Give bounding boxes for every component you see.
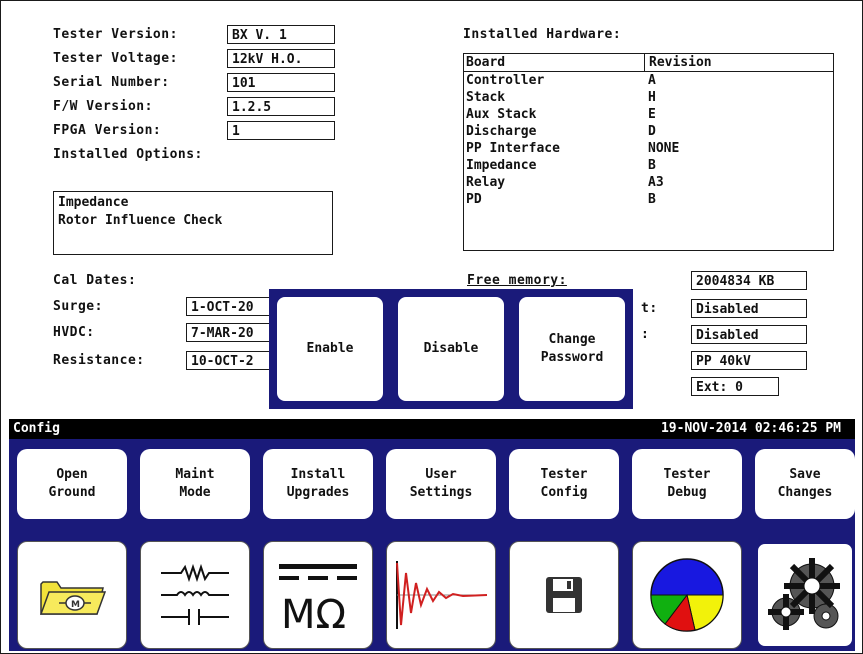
- fw-version-value: 1.2.5: [227, 97, 335, 116]
- option-item: Rotor Influence Check: [58, 213, 223, 228]
- change-password-label: Change Password: [540, 332, 604, 365]
- change-password-button[interactable]: Change Password: [519, 297, 625, 401]
- user-settings-label: User Settings: [409, 467, 473, 500]
- status-value-1: Disabled: [691, 299, 807, 318]
- settings-nav-button[interactable]: [755, 541, 855, 649]
- config-screen: Tester Version: BX V. 1 Tester Voltage: …: [0, 0, 863, 654]
- open-ground-label: Open Ground: [48, 467, 96, 500]
- revision-cell: D: [648, 124, 656, 139]
- folder-motor-icon: M: [39, 581, 107, 615]
- pie-chart-nav-button[interactable]: [632, 541, 742, 649]
- tester-debug-button[interactable]: Tester Debug: [632, 449, 742, 519]
- board-cell: Aux Stack: [466, 107, 537, 122]
- status-value-2: Disabled: [691, 325, 807, 344]
- gears-icon: [768, 558, 840, 630]
- tester-debug-label: Tester Debug: [663, 467, 711, 500]
- table-row: PD B: [464, 191, 833, 208]
- disable-label: Disable: [423, 341, 479, 356]
- screen-title: Config: [13, 421, 60, 436]
- option-item: Impedance: [58, 195, 129, 210]
- board-cell: Relay: [466, 175, 506, 190]
- installed-options-list: Impedance Rotor Influence Check: [53, 191, 333, 255]
- surge-date: 1-OCT-20: [186, 297, 276, 316]
- revision-cell: H: [648, 90, 656, 105]
- maint-mode-label: Maint Mode: [175, 467, 215, 500]
- revision-cell: E: [648, 107, 656, 122]
- hvdc-date: 7-MAR-20: [186, 323, 276, 342]
- board-cell: PP Interface: [466, 141, 560, 156]
- status-bar: Config 19-NOV-2014 02:46:25 PM: [9, 419, 855, 439]
- status-label-fragment: :: [641, 327, 650, 342]
- serial-number-label: Serial Number:: [53, 75, 170, 90]
- status-value-4: Ext: 0: [691, 377, 779, 396]
- installed-hardware-label: Installed Hardware:: [463, 27, 622, 42]
- revision-cell: NONE: [648, 141, 680, 156]
- free-memory-value: 2004834 KB: [691, 271, 807, 290]
- tester-version-value: BX V. 1: [227, 25, 335, 44]
- table-row: Discharge D: [464, 123, 833, 140]
- pie-chart-icon: [650, 558, 724, 632]
- board-cell: Impedance: [466, 158, 537, 173]
- fpga-version-value: 1: [227, 121, 335, 140]
- board-cell: Discharge: [466, 124, 537, 139]
- circuit-icon: [161, 563, 229, 625]
- save-changes-button[interactable]: Save Changes: [755, 449, 855, 519]
- install-upgrades-label: Install Upgrades: [286, 467, 350, 500]
- revision-cell: A: [648, 73, 656, 88]
- resistance-date: 10-OCT-2: [186, 351, 276, 370]
- enable-button[interactable]: Enable: [277, 297, 383, 401]
- surge-label: Surge:: [53, 299, 103, 314]
- floppy-disk-icon: [546, 577, 582, 613]
- board-cell: PD: [466, 192, 482, 207]
- tester-voltage-value: 12kV H.O.: [227, 49, 335, 68]
- svg-text:M: M: [71, 600, 80, 610]
- table-row: Impedance B: [464, 157, 833, 174]
- resistance-label: Resistance:: [53, 353, 145, 368]
- revision-cell: B: [648, 192, 656, 207]
- hardware-table-header: Board Revision: [464, 54, 833, 72]
- hvdc-label: HVDC:: [53, 325, 95, 340]
- status-value-3: PP 40kV: [691, 351, 807, 370]
- datetime: 19-NOV-2014 02:46:25 PM: [660, 421, 841, 436]
- tester-version-label: Tester Version:: [53, 27, 178, 42]
- disable-button[interactable]: Disable: [398, 297, 504, 401]
- password-popup: Enable Disable Change Password: [269, 289, 633, 409]
- hardware-table: Board Revision Controller A Stack H Aux St…: [463, 53, 834, 251]
- board-cell: Controller: [466, 73, 545, 88]
- revision-header: Revision: [649, 55, 712, 70]
- board-header: Board: [464, 54, 645, 71]
- open-ground-nav-button[interactable]: M: [17, 541, 127, 649]
- table-row: Controller A: [464, 72, 833, 89]
- serial-number-value: 101: [227, 73, 335, 92]
- revision-cell: A3: [648, 175, 664, 190]
- table-row: Aux Stack E: [464, 106, 833, 123]
- fpga-version-label: FPGA Version:: [53, 123, 162, 138]
- waveform-icon: [396, 561, 488, 629]
- maint-mode-button[interactable]: Maint Mode: [140, 449, 250, 519]
- enable-label: Enable: [306, 341, 354, 356]
- tester-config-button[interactable]: Tester Config: [509, 449, 619, 519]
- installed-options-label: Installed Options:: [53, 147, 203, 162]
- status-label-fragment: t:: [641, 301, 658, 316]
- user-settings-button[interactable]: User Settings: [386, 449, 496, 519]
- board-cell: Stack: [466, 90, 506, 105]
- tester-voltage-label: Tester Voltage:: [53, 51, 178, 66]
- table-row: Relay A3: [464, 174, 833, 191]
- revision-cell: B: [648, 158, 656, 173]
- install-upgrades-button[interactable]: Install Upgrades: [263, 449, 373, 519]
- open-ground-button[interactable]: Open Ground: [17, 449, 127, 519]
- tester-config-label: Tester Config: [540, 467, 588, 500]
- save-nav-button[interactable]: [509, 541, 619, 649]
- cal-dates-label: Cal Dates:: [53, 273, 137, 288]
- table-row: Stack H: [464, 89, 833, 106]
- free-memory-label: Free memory:: [467, 273, 567, 288]
- fw-version-label: F/W Version:: [53, 99, 153, 114]
- waveform-nav-button[interactable]: [386, 541, 496, 649]
- megohm-icon: MΩ: [279, 564, 357, 638]
- circuit-nav-button[interactable]: [140, 541, 250, 649]
- svg-text:MΩ: MΩ: [281, 592, 346, 638]
- table-row: PP Interface NONE: [464, 140, 833, 157]
- save-changes-label: Save Changes: [777, 467, 833, 500]
- megohm-nav-button[interactable]: MΩ: [263, 541, 373, 649]
